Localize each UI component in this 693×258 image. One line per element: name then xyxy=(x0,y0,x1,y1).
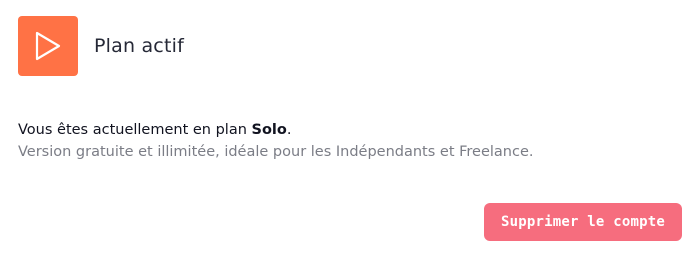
plan-info: Vous êtes actuellement en plan Solo. Ver… xyxy=(18,119,534,163)
current-plan-name: Solo xyxy=(251,122,287,138)
delete-account-button[interactable]: Supprimer le compte xyxy=(484,203,682,241)
current-plan-sentence: Vous êtes actuellement en plan Solo. xyxy=(18,119,534,141)
plan-header: Plan actif xyxy=(18,16,184,76)
active-plan-card: Plan actif Vous êtes actuellement en pla… xyxy=(0,0,693,258)
current-plan-suffix: . xyxy=(286,122,292,138)
plan-description: Version gratuite et illimitée, idéale po… xyxy=(18,144,534,160)
play-icon xyxy=(18,16,78,76)
page-title: Plan actif xyxy=(94,35,184,57)
current-plan-prefix: Vous êtes actuellement en plan xyxy=(18,122,252,138)
